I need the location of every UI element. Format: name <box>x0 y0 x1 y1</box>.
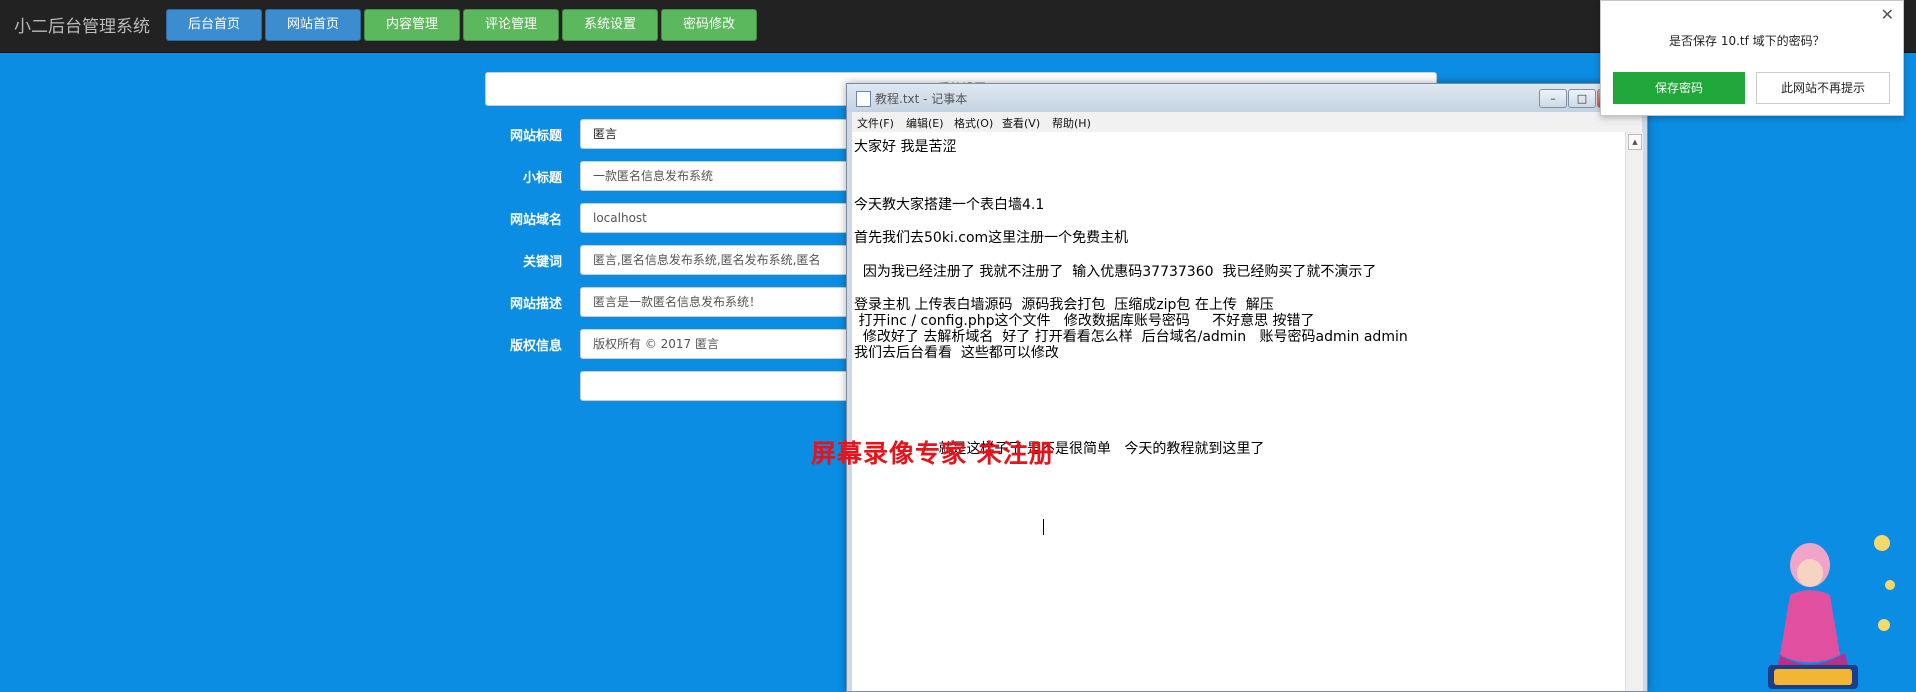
recorder-watermark: 屏幕录像专家 未注册 <box>811 439 1055 468</box>
never-for-site-button[interactable]: 此网站不再提示 <box>1756 72 1890 104</box>
text-line: 首先我们去50ki.com这里注册一个免费主机 <box>854 230 1129 246</box>
text-line: 我们去后台看看 这些都可以修改 <box>854 345 1059 361</box>
domain-label: 网站域名 <box>509 213 562 228</box>
menu-format[interactable]: 格式(O) <box>954 115 993 131</box>
nav-site-home-button[interactable]: 网站首页 <box>265 9 361 41</box>
copyright-label: 版权信息 <box>509 339 562 354</box>
extra-input[interactable] <box>580 371 860 401</box>
close-icon[interactable]: ✕ <box>1881 5 1894 24</box>
subtitle-input[interactable]: 一款匿名信息发布系统 <box>580 161 860 191</box>
nav-content-button[interactable]: 内容管理 <box>364 9 460 41</box>
password-save-popup: ✕ 是否保存 10.tf 域下的密码？ 保存密码 此网站不再提示 <box>1600 0 1904 116</box>
description-label: 网站描述 <box>509 297 562 312</box>
menu-edit[interactable]: 编辑(E) <box>906 115 944 131</box>
menu-view[interactable]: 查看(V) <box>1002 115 1040 131</box>
notepad-app-icon <box>856 91 871 107</box>
menu-file[interactable]: 文件(F) <box>857 115 894 131</box>
keywords-label: 关键词 <box>522 255 562 270</box>
maximize-icon[interactable]: □ <box>1568 89 1596 108</box>
minimize-icon[interactable]: – <box>1539 89 1567 108</box>
subtitle-label: 小标题 <box>522 171 562 186</box>
nav-admin-home-button[interactable]: 后台首页 <box>166 9 262 41</box>
text-line: 大家好 我是苦涩 <box>854 139 957 155</box>
description-input[interactable]: 匿言是一款匿名信息发布系统！ <box>580 287 860 317</box>
keywords-input[interactable]: 匿言,匿名信息发布系统,匿名发布系统,匿名 <box>580 245 860 275</box>
notepad-titlebar[interactable]: 教程.txt - 记事本 – □ ✕ <box>847 84 1647 112</box>
site-title-label: 网站标题 <box>509 129 562 144</box>
text-line: 因为我已经注册了 我就不注册了 输入优惠码37737360 我已经购买了就不演示… <box>854 264 1377 280</box>
domain-input[interactable]: localhost <box>580 203 860 233</box>
text-caret <box>1043 519 1044 535</box>
text-line: 今天教大家搭建一个表白墙4.1 <box>854 197 1045 213</box>
notepad-title: 教程.txt - 记事本 <box>875 92 968 106</box>
nav-password-button[interactable]: 密码修改 <box>661 9 757 41</box>
character-art <box>1768 535 1895 689</box>
notepad-window: 教程.txt - 记事本 – □ ✕ 文件(F) 编辑(E) 格式(O) 查看(… <box>846 83 1648 692</box>
site-title-input[interactable]: 匿言 <box>580 119 860 149</box>
notepad-menubar: 文件(F) 编辑(E) 格式(O) 查看(V) 帮助(H) <box>852 112 1642 132</box>
copyright-input[interactable]: 版权所有 © 2017 匿言 <box>580 329 860 359</box>
nav-settings-button[interactable]: 系统设置 <box>562 9 658 41</box>
menu-help[interactable]: 帮助(H) <box>1052 115 1091 131</box>
password-prompt-message: 是否保存 10.tf 域下的密码？ <box>1669 34 1825 48</box>
nav-comments-button[interactable]: 评论管理 <box>463 9 559 41</box>
scroll-up-icon[interactable]: ▲ <box>1628 134 1642 150</box>
brand-title: 小二后台管理系统 <box>14 17 150 37</box>
notepad-scrollbar[interactable]: ▲ <box>1625 132 1643 691</box>
notepad-text-area[interactable]: 大家好 我是苦涩 今天教大家搭建一个表白墙4.1 首先我们去50ki.com这里… <box>852 132 1625 691</box>
save-password-button[interactable]: 保存密码 <box>1613 72 1745 104</box>
